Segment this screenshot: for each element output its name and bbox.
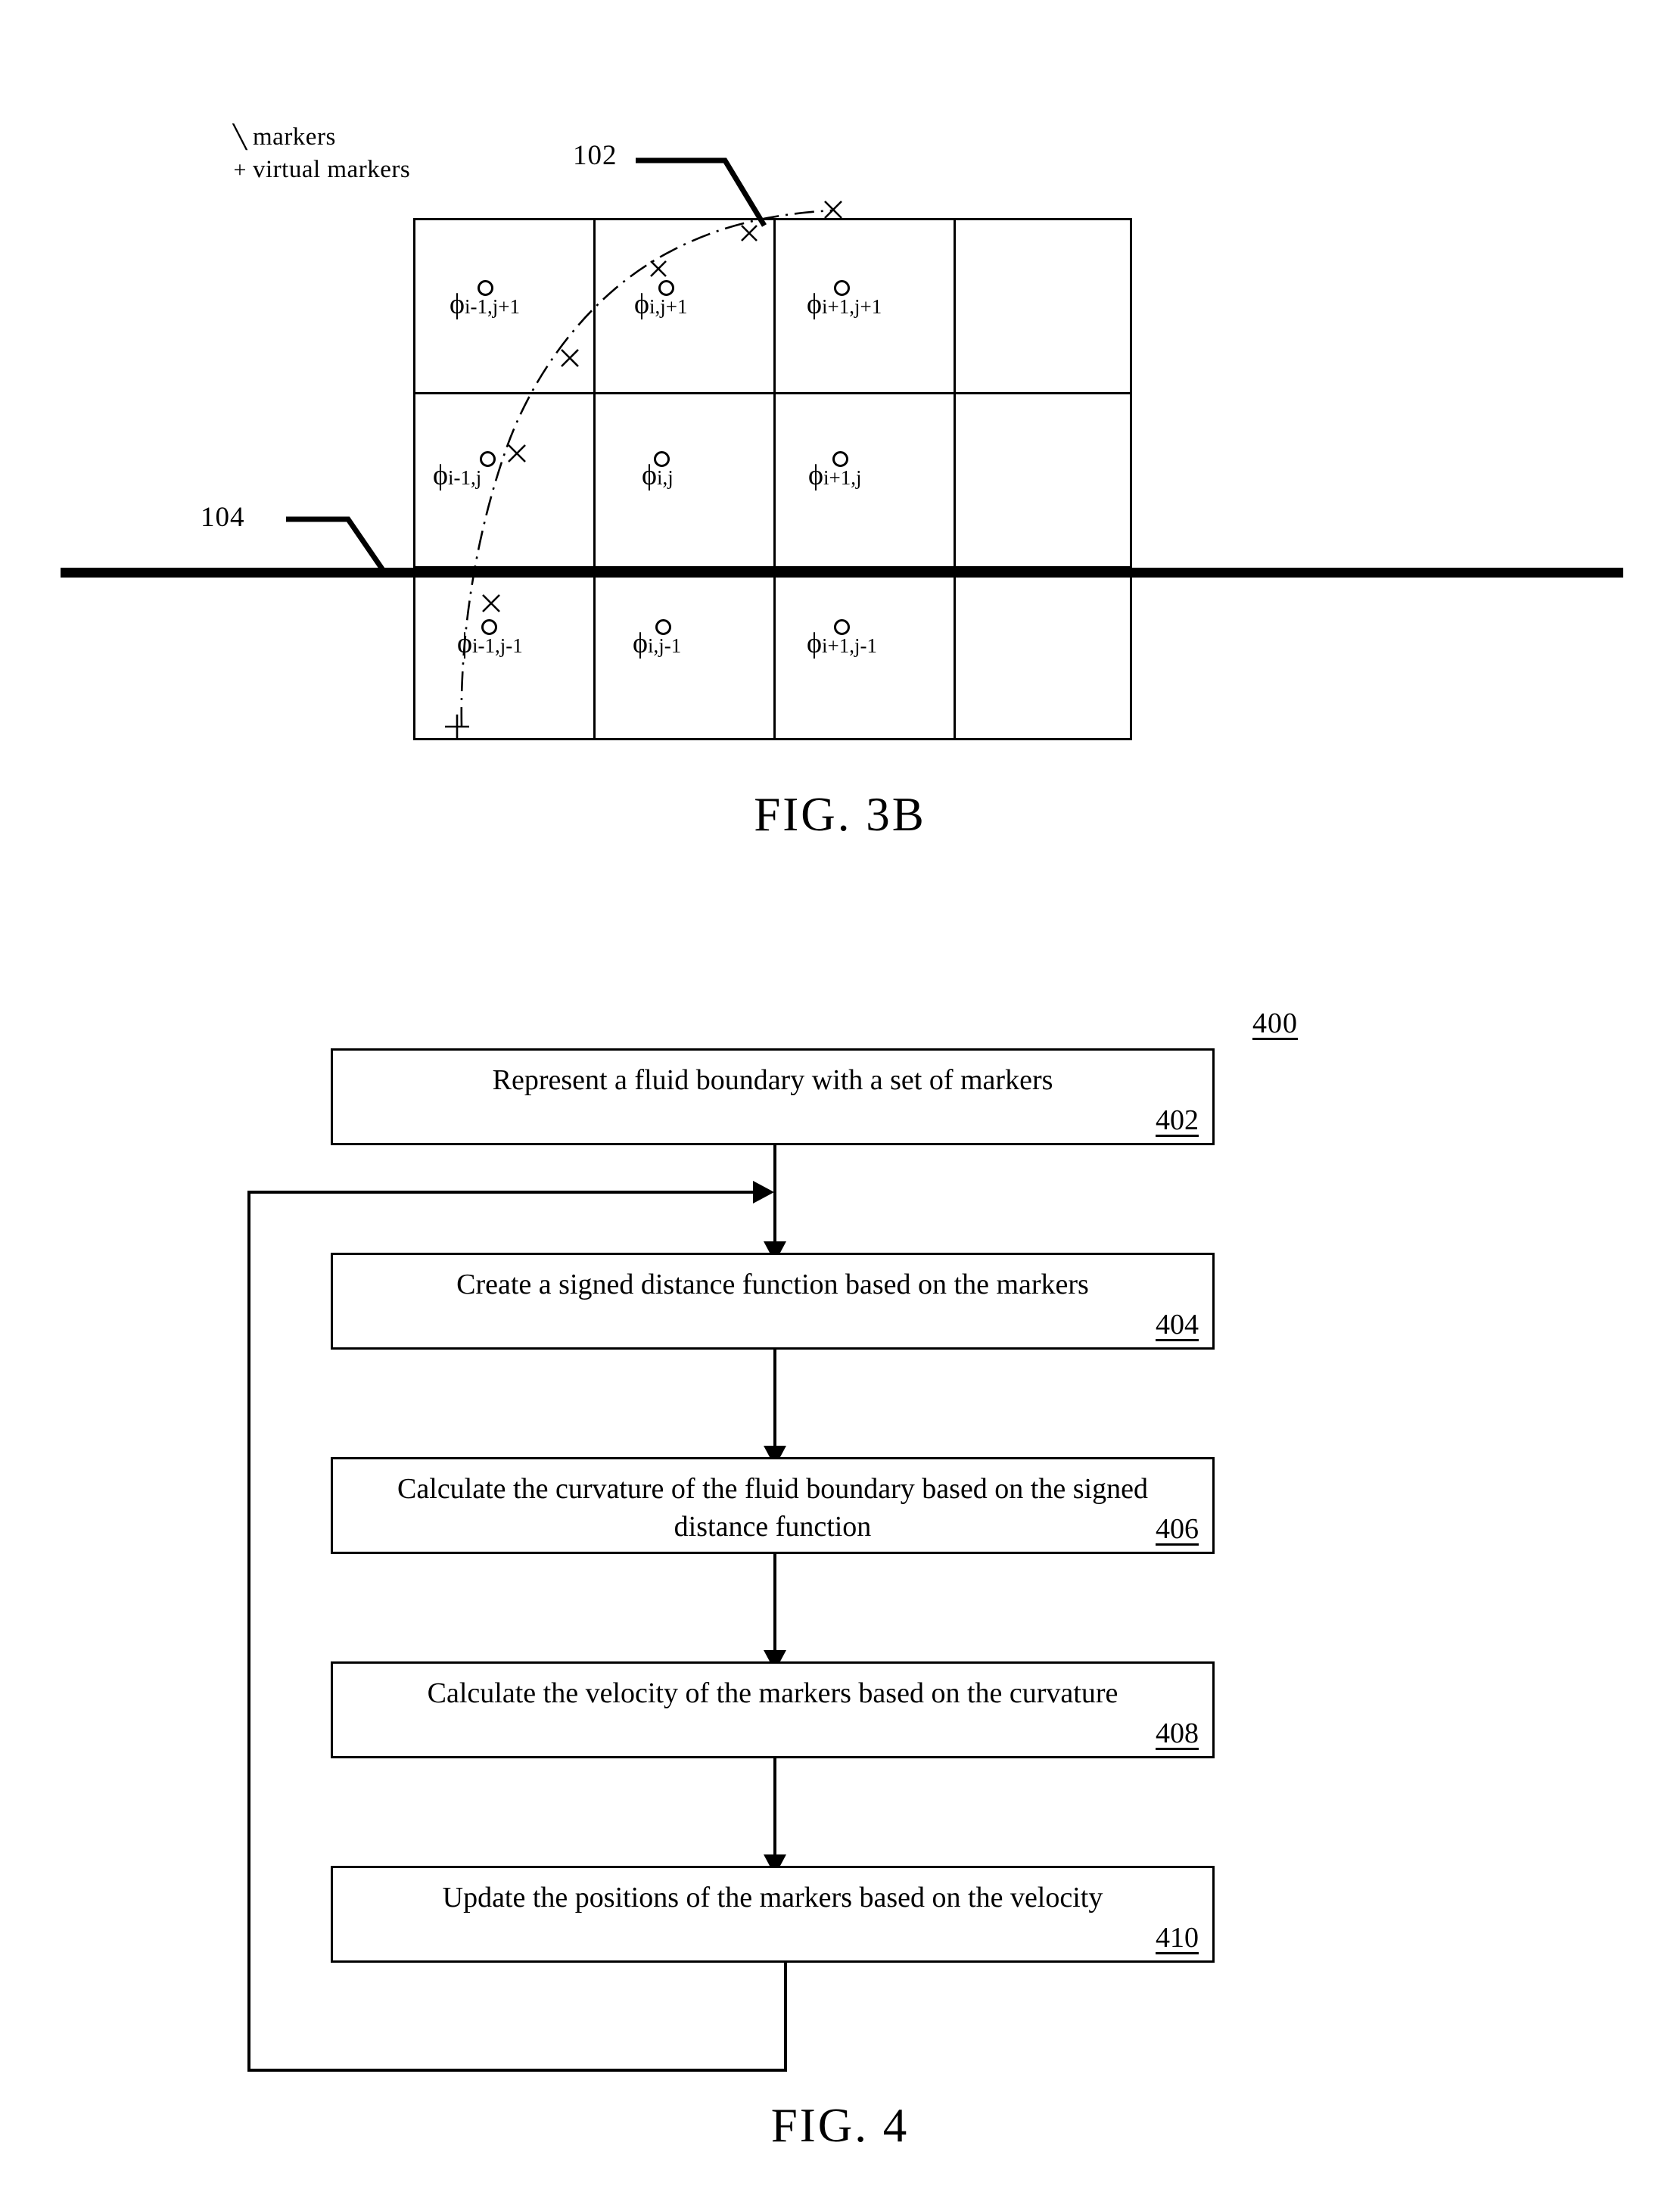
- flow-step-402-number: 402: [1156, 1104, 1199, 1136]
- loop-return-down: [784, 1963, 787, 2072]
- patent-figure-page: ╲ markers + virtual markers 102 104 ϕi-1…: [0, 0, 1680, 2186]
- loop-return-up: [247, 1191, 250, 2072]
- arrowhead-loop-merge: [753, 1181, 774, 1204]
- flow-id-400: 400: [1252, 1007, 1298, 1039]
- flow-step-410-number: 410: [1156, 1922, 1199, 1954]
- loop-return-bottom: [247, 2069, 787, 2072]
- flow-step-402-text: Represent a fluid boundary with a set of…: [492, 1064, 1053, 1096]
- flow-step-408-text: Calculate the velocity of the markers ba…: [427, 1677, 1118, 1709]
- figure-4-caption: FIG. 4: [770, 2099, 910, 2152]
- flow-step-402[interactable]: Represent a fluid boundary with a set of…: [331, 1048, 1215, 1145]
- connector-404-406: [773, 1350, 776, 1456]
- figure-4: 400 Represent a fluid boundary with a se…: [0, 0, 1680, 2186]
- flow-step-404-text: Create a signed distance function based …: [456, 1269, 1089, 1300]
- flow-step-406-number: 406: [1156, 1513, 1199, 1545]
- flow-step-406[interactable]: Calculate the curvature of the fluid bou…: [331, 1457, 1215, 1554]
- connector-406-408: [773, 1554, 776, 1660]
- flow-step-404[interactable]: Create a signed distance function based …: [331, 1253, 1215, 1350]
- flow-step-410-text: Update the positions of the markers base…: [442, 1882, 1103, 1914]
- connector-408-410: [773, 1758, 776, 1864]
- flow-step-406-text: Calculate the curvature of the fluid bou…: [397, 1473, 1148, 1543]
- flow-step-410[interactable]: Update the positions of the markers base…: [331, 1866, 1215, 1963]
- loop-return-horizontal: [247, 1191, 770, 1194]
- flow-step-408-number: 408: [1156, 1717, 1199, 1749]
- flow-step-404-number: 404: [1156, 1309, 1199, 1341]
- flow-step-408[interactable]: Calculate the velocity of the markers ba…: [331, 1661, 1215, 1758]
